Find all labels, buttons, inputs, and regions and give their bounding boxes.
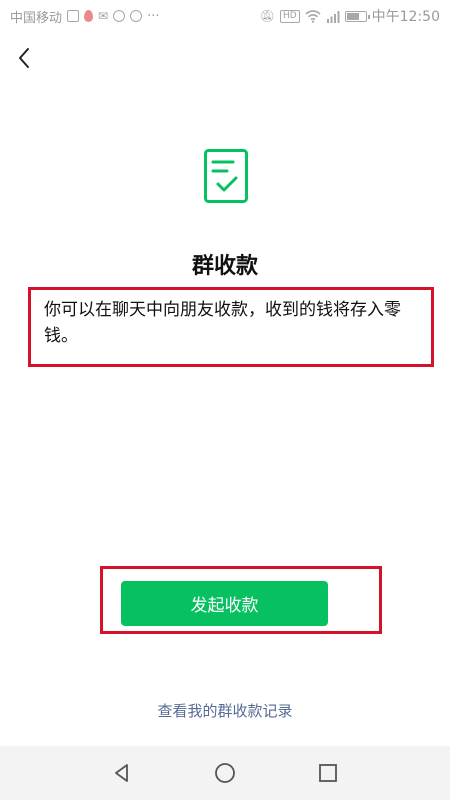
signal-icon — [326, 10, 340, 23]
view-records-link[interactable]: 查看我的群收款记录 — [0, 700, 450, 721]
gallery-notification-icon — [67, 10, 80, 22]
hd-badge: HD — [279, 9, 300, 23]
location-notification-icon — [84, 10, 94, 22]
system-nav-bar — [0, 746, 450, 800]
nav-recent-button[interactable] — [308, 753, 348, 793]
status-left: 中国移动 ✉ ··· — [10, 7, 159, 26]
page-title: 群收款 — [191, 254, 258, 279]
wechat-notification-icon: ✉ — [98, 9, 109, 23]
circle-home-icon — [215, 763, 235, 783]
mute-icon: 🔕︎ — [259, 9, 275, 23]
document-check-icon — [204, 149, 248, 203]
description-text: 你可以在聊天中向朋友收款，收到的钱将存入零钱。 — [44, 300, 401, 346]
app-notification-icon — [130, 10, 143, 22]
status-bar: 中国移动 ✉ ··· 🔕︎ HD 中午12:50 — [0, 0, 450, 32]
status-time: 中午12:50 — [371, 9, 440, 25]
more-notifications-indicator: ··· — [147, 8, 160, 24]
status-right: 🔕︎ HD 中午12:50 — [260, 6, 440, 26]
wifi-icon — [305, 9, 321, 23]
triangle-back-icon — [114, 764, 128, 782]
nav-home-button[interactable] — [205, 753, 245, 793]
carrier-name: 中国移动 — [10, 10, 63, 26]
nav-back-button[interactable] — [102, 753, 142, 793]
square-recent-icon — [319, 764, 338, 782]
back-button[interactable] — [10, 42, 38, 74]
battery-icon — [344, 10, 370, 22]
weibo-notification-icon — [113, 10, 126, 22]
start-collection-button[interactable]: 发起收款 — [121, 581, 328, 626]
chevron-left-icon — [19, 48, 29, 68]
